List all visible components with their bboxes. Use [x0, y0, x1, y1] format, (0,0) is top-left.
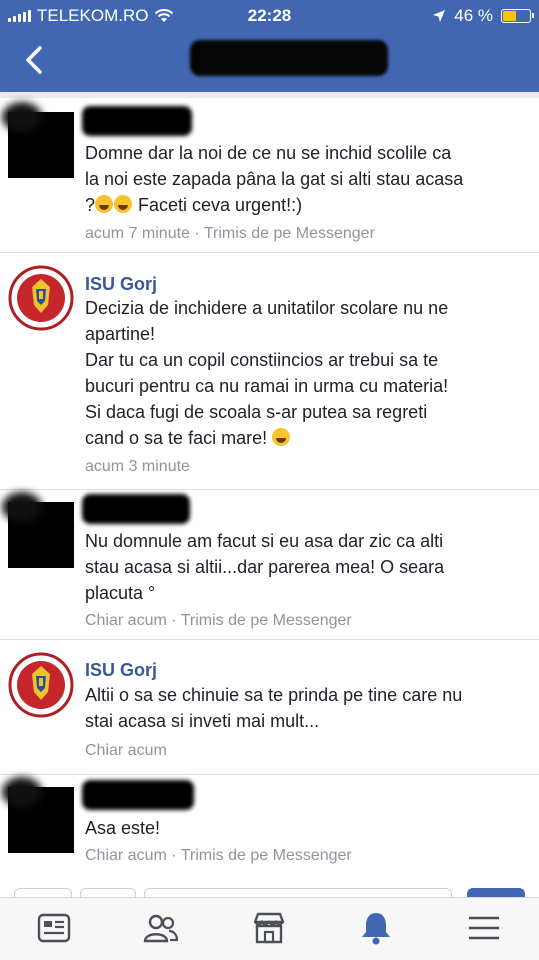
comment: ISU Gorj Decizia de inchidere a unitatil… [0, 253, 539, 490]
menu-icon[interactable] [466, 910, 502, 946]
comment-text-fragment: Faceti ceva urgent!:) [133, 195, 303, 215]
status-right: 46 % [432, 6, 534, 26]
status-bar: TELEKOM.RO 22:28 46 % [0, 0, 539, 30]
marketplace-icon[interactable] [251, 910, 287, 946]
comment-text: Altii o sa se chinuie sa te prinda pe ti… [85, 682, 525, 734]
isu-logo-avatar[interactable] [8, 265, 74, 331]
comment-text-line: cand o sa te faci mare! [85, 425, 525, 451]
comment-text: Nu domnule am facut si eu asa dar zic ca… [85, 528, 525, 606]
comment: Domne dar la noi de ce nu se inchid scol… [0, 98, 539, 253]
comment: Asa este! Chiar acum · Trimis de pe Mess… [0, 775, 539, 885]
friends-icon[interactable] [143, 910, 179, 946]
comment: Nu domnule am facut si eu asa dar zic ca… [0, 490, 539, 640]
comment-author[interactable]: ISU Gorj [85, 660, 157, 681]
comment-text-fragment: cand o sa te faci mare! [85, 428, 268, 448]
comment-text-line: Asa este! [85, 818, 161, 838]
comment-text-line: apartine! [85, 324, 156, 344]
tab-bar [0, 897, 539, 960]
comment-composer [0, 880, 539, 898]
comment-text-line: Nu domnule am facut si eu asa dar zic ca… [85, 531, 444, 551]
comment: ISU Gorj Altii o sa se chinuie sa te pri… [0, 640, 539, 775]
comment-text-line: Si daca fugi de scoala s-ar putea sa reg… [85, 402, 428, 422]
top-bar: TELEKOM.RO 22:28 46 % [0, 0, 539, 92]
comment-text: Decizia de inchidere a unitatilor scolar… [85, 295, 525, 451]
avatar[interactable] [8, 787, 74, 853]
avatar[interactable] [8, 502, 74, 568]
comment-text-line: placuta ° [85, 583, 156, 603]
battery-icon [501, 9, 534, 23]
redacted-author-name[interactable] [82, 106, 192, 136]
redacted-author-name[interactable] [82, 494, 190, 524]
comment-text: Asa este! [85, 815, 525, 841]
redacted-author-name[interactable] [82, 780, 194, 810]
laughing-emoji-icon [95, 195, 114, 213]
comment-text: Domne dar la noi de ce nu se inchid scol… [85, 140, 525, 218]
comment-text-line: stau acasa si altii...dar parerea mea! O… [85, 557, 445, 577]
comment-meta: acum 3 minute [85, 458, 190, 475]
comment-meta: acum 7 minute · Trimis de pe Messenger [85, 225, 375, 242]
comment-text-line: ? Faceti ceva urgent!:) [85, 192, 525, 218]
battery-percent: 46 % [454, 6, 493, 25]
notifications-icon[interactable] [358, 910, 394, 946]
comment-text-line: Dar tu ca un copil constiincios ar trebu… [85, 350, 439, 370]
comment-meta: Chiar acum [85, 742, 167, 759]
news-feed-icon[interactable] [36, 910, 72, 946]
winking-tongue-emoji-icon [272, 428, 291, 446]
comment-author[interactable]: ISU Gorj [85, 274, 157, 295]
comment-text-fragment: ? [85, 195, 96, 215]
redacted-title [190, 40, 388, 76]
comment-text-line: Domne dar la noi de ce nu se inchid scol… [85, 143, 452, 163]
comment-text-line: Decizia de inchidere a unitatilor scolar… [85, 298, 449, 318]
comment-text-line: bucuri pentru ca nu ramai in urma cu mat… [85, 376, 449, 396]
comment-text-line: stai acasa si inveti mai mult... [85, 711, 320, 731]
location-arrow-icon [433, 10, 446, 22]
isu-logo-avatar[interactable] [8, 652, 74, 718]
comment-meta: Chiar acum · Trimis de pe Messenger [85, 847, 352, 864]
comment-meta: Chiar acum · Trimis de pe Messenger [85, 612, 352, 629]
chevron-left-icon[interactable] [22, 44, 50, 76]
laughing-emoji-icon [114, 195, 133, 213]
avatar[interactable] [8, 112, 74, 178]
comment-text-line: Altii o sa se chinuie sa te prinda pe ti… [85, 685, 463, 705]
comment-text-line: la noi este zapada pâna la gat si alti s… [85, 169, 464, 189]
